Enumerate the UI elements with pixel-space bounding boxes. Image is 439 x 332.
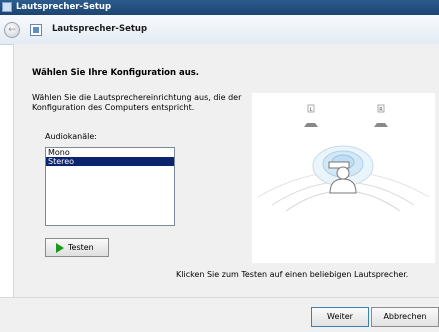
page-heading: Wählen Sie Ihre Konfiguration aus.: [32, 68, 200, 78]
next-button[interactable]: Weiter: [311, 307, 369, 327]
monitor-icon: [328, 161, 350, 169]
right-speaker-label: R: [379, 107, 383, 113]
channel-option-mono[interactable]: Mono: [46, 148, 174, 157]
right-speaker-icon[interactable]: R: [374, 104, 388, 127]
audio-channels-label: Audiokanäle:: [45, 132, 97, 141]
wizard-title: Lautsprecher-Setup: [52, 24, 148, 34]
navigation-bar: ← Lautsprecher-Setup: [0, 15, 439, 45]
left-speaker-icon[interactable]: L: [304, 104, 318, 127]
speaker-diagram-graphic: L R: [257, 104, 430, 212]
test-button[interactable]: Testen: [45, 238, 109, 257]
test-hint-text: Klicken Sie zum Testen auf einen beliebi…: [176, 270, 409, 279]
test-button-label: Testen: [68, 243, 94, 252]
left-speaker-label: L: [310, 107, 313, 113]
speaker-setup-icon: [30, 24, 42, 36]
window-title: Lautsprecher-Setup: [16, 2, 112, 12]
wave-arc: [285, 190, 401, 212]
instruction-text: Wählen Sie die Lautsprechereinrichtung a…: [32, 93, 242, 112]
listener-head-icon: [336, 166, 350, 180]
speaker-app-icon: [2, 2, 12, 12]
channel-option-stereo[interactable]: Stereo: [46, 157, 174, 166]
back-arrow-icon[interactable]: ←: [4, 22, 20, 38]
cancel-button[interactable]: Abbrechen: [371, 307, 439, 327]
speaker-diagram: L R: [252, 93, 435, 263]
play-icon: [56, 243, 64, 253]
audio-channels-listbox[interactable]: Mono Stereo: [45, 147, 175, 226]
title-bar: Lautsprecher-Setup: [0, 0, 439, 15]
